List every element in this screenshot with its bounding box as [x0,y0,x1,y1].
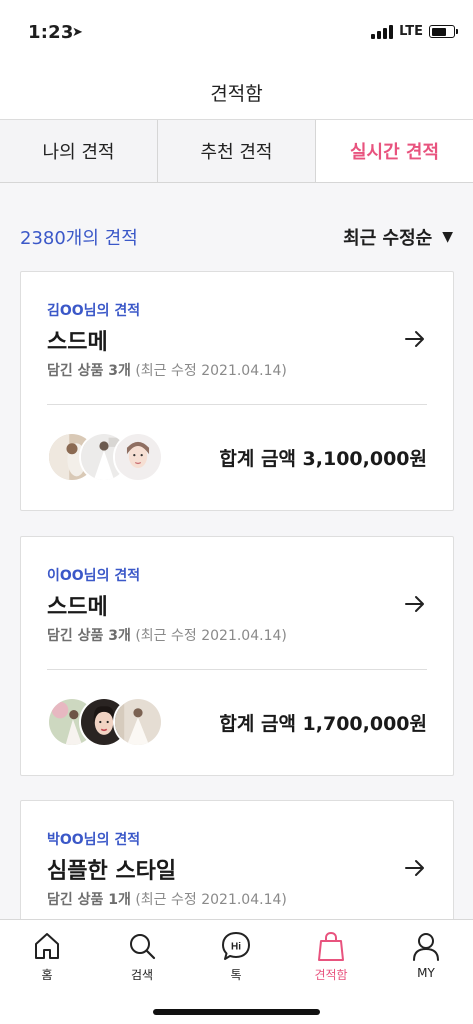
updated-date: (최근 수정 2021.04.14) [135,363,287,379]
quote-meta: 담긴 상품 1개 (최근 수정 2021.04.14) [47,889,287,909]
product-thumbnail [113,432,163,482]
nav-quotes-label: 견적함 [314,968,348,982]
sort-label: 최근 수정순 [343,228,433,249]
tab-recommended-quotes[interactable]: 추천 견적 [158,120,316,182]
shopping-bag-icon [318,931,344,961]
item-count: 담긴 상품 3개 [47,363,131,379]
home-icon [35,933,59,959]
item-count: 담긴 상품 1개 [47,892,131,908]
divider [47,669,427,670]
network-label: LTE [399,24,423,39]
quote-owner: 김OO님의 견적 [47,303,141,319]
quote-owner: 이OO님의 견적 [47,568,141,584]
total-amount: 합계 금액 3,100,000원 [219,448,427,470]
tab-bar: 나의 견적 추천 견적 실시간 견적 [0,120,473,183]
nav-talk[interactable]: Hi 톡 [189,930,283,983]
battery-icon [429,25,458,38]
updated-date: (최근 수정 2021.04.14) [135,892,287,908]
app-screen: 1:23 ➤ LTE 견적함 나의 견적 추천 견적 실시간 견적 2380개의… [0,0,473,1024]
tab-realtime-quotes[interactable]: 실시간 견적 [316,120,473,182]
nav-my[interactable]: MY [379,930,473,980]
bottom-nav: 홈 검색 Hi 톡 견적함 MY [0,919,473,1024]
arrow-right-icon[interactable] [403,856,427,880]
arrow-right-icon[interactable] [403,327,427,351]
nav-search[interactable]: 검색 [95,930,189,983]
page-title: 견적함 [210,83,263,105]
nav-talk-label: 톡 [230,968,242,982]
person-icon [413,933,439,961]
product-thumbnails [47,697,177,747]
quote-card[interactable]: 김OO님의 견적 스드메 담긴 상품 3개 (최근 수정 2021.04.14)… [20,271,454,511]
quote-card[interactable]: 이OO님의 견적 스드메 담긴 상품 3개 (최근 수정 2021.04.14)… [20,536,454,776]
status-bar: 1:23 ➤ LTE [0,0,473,62]
quote-owner: 박OO님의 견적 [47,832,141,848]
quote-count: 2380개의 견적 [20,228,138,249]
tab-my-quotes[interactable]: 나의 견적 [0,120,158,182]
chat-icon: Hi [222,932,250,960]
divider [47,404,427,405]
quote-meta: 담긴 상품 3개 (최근 수정 2021.04.14) [47,625,287,645]
home-indicator[interactable] [153,1009,320,1015]
search-icon [130,934,156,960]
nav-search-label: 검색 [130,968,154,982]
product-thumbnail [113,697,163,747]
quote-name: 심플한 스타일 [47,859,177,884]
nav-home-label: 홈 [41,968,53,982]
quote-meta: 담긴 상품 3개 (최근 수정 2021.04.14) [47,360,287,380]
item-count: 담긴 상품 3개 [47,628,131,644]
arrow-right-icon[interactable] [403,592,427,616]
nav-my-label: MY [417,966,435,980]
svg-text:Hi: Hi [231,942,241,953]
updated-date: (최근 수정 2021.04.14) [135,628,287,644]
status-time: 1:23 [28,22,74,43]
location-arrow-icon: ➤ [72,25,83,40]
sort-dropdown[interactable]: 최근 수정순 ▼ [343,224,453,250]
total-amount: 합계 금액 1,700,000원 [219,713,427,735]
quote-name: 스드메 [47,330,108,355]
product-thumbnails [47,432,177,482]
status-indicators: LTE [371,24,458,39]
quote-name: 스드메 [47,595,108,620]
signal-icon [371,24,394,39]
nav-quotes[interactable]: 견적함 [284,930,378,983]
caret-down-icon: ▼ [442,229,453,245]
list-header: 2380개의 견적 최근 수정순 ▼ [20,222,453,252]
nav-home[interactable]: 홈 [0,930,94,983]
page-header: 견적함 [0,62,473,120]
